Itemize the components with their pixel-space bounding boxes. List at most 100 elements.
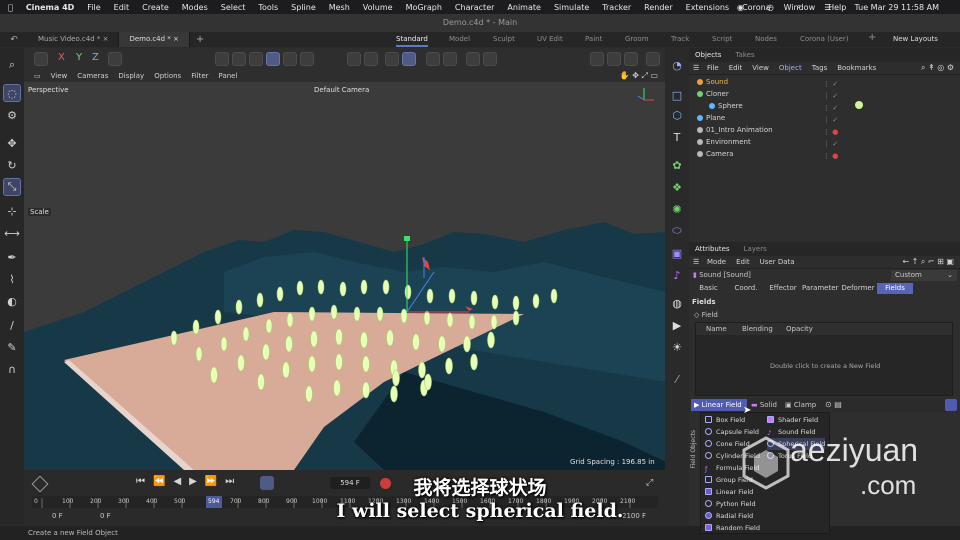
menu-character[interactable]: Character xyxy=(455,3,495,12)
rotate-tool-icon[interactable]: ↻ xyxy=(3,156,21,174)
transform-tool-icon[interactable]: ⊹ xyxy=(3,202,21,220)
layout-tab-groom[interactable]: Groom xyxy=(625,32,649,47)
search-icon[interactable]: ⌕ xyxy=(3,56,21,74)
panel-menu-icon[interactable]: ☰ xyxy=(693,64,699,72)
menu-tracker[interactable]: Tracker xyxy=(602,3,631,12)
locked-workplane-icon[interactable] xyxy=(443,52,457,66)
field-icon[interactable]: ▣ xyxy=(668,244,686,262)
record-icon[interactable]: ◉ xyxy=(737,3,744,12)
layout-tab-corona-user[interactable]: Corona (User) xyxy=(800,32,849,47)
workplane-icon[interactable] xyxy=(385,52,399,66)
viewport-menu-filter[interactable]: Filter xyxy=(191,72,208,80)
add-tab-icon[interactable]: + xyxy=(196,34,204,45)
edges-mode-icon[interactable] xyxy=(232,52,246,66)
om-menu-object[interactable]: Object xyxy=(779,64,802,72)
viewport-menu-panel[interactable]: Panel xyxy=(219,72,238,80)
camera-icon[interactable]: ▶ xyxy=(668,316,686,334)
prop-tab-fields[interactable]: Fields xyxy=(877,283,913,294)
snap-icon[interactable] xyxy=(347,52,361,66)
texture-mode-icon[interactable] xyxy=(300,52,314,66)
history-icon[interactable]: ◷ xyxy=(767,3,774,12)
am-menu-mode[interactable]: Mode xyxy=(707,258,726,266)
folder-icons[interactable]: ⊙ ▤ xyxy=(825,400,842,409)
menu-item-random-field[interactable]: Random Field xyxy=(705,522,760,534)
menu-render[interactable]: Render xyxy=(644,3,672,12)
symmetry-icon[interactable] xyxy=(426,52,440,66)
preset-dropdown[interactable]: Custom ⌄ xyxy=(891,270,957,281)
menu-tools[interactable]: Tools xyxy=(258,3,278,12)
doc-tab-music-video[interactable]: Music Video.c4d * × xyxy=(28,32,120,47)
generator-icon[interactable]: ✿ xyxy=(668,156,686,174)
preferences-icon[interactable] xyxy=(646,52,660,66)
menu-mesh[interactable]: Mesh xyxy=(329,3,350,12)
field-list[interactable]: Name Blending Opacity Double click to cr… xyxy=(695,322,953,396)
undo-icon[interactable]: ↶ xyxy=(0,35,28,45)
visibility-toggles[interactable]: ⋮ ✓ ⋮ ✓ ⋮ ✓ ⋮ ✓ ⋮ ● ⋮ ✓ ⋮ ● xyxy=(823,78,838,162)
close-tab-icon[interactable]: × xyxy=(103,35,109,43)
om-menu-edit[interactable]: Edit xyxy=(729,64,743,72)
menu-create[interactable]: Create xyxy=(142,3,169,12)
menu-mograph[interactable]: MoGraph xyxy=(406,3,442,12)
viewport-menu-options[interactable]: Options xyxy=(154,72,181,80)
layout-tab-track[interactable]: Track xyxy=(671,32,689,47)
om-menu-bookmarks[interactable]: Bookmarks xyxy=(837,64,876,72)
text-object-icon[interactable]: T xyxy=(668,128,686,146)
axis-z-lock[interactable]: Z xyxy=(92,52,99,63)
selection-tool-icon[interactable]: ◌ xyxy=(3,84,21,102)
sculpt-tool-icon[interactable]: ✎ xyxy=(3,338,21,356)
layout-tab-uv-edit[interactable]: UV Edit xyxy=(537,32,563,47)
tab-layers[interactable]: Layers xyxy=(744,245,767,253)
menubar-clock[interactable]: Tue Mar 29 11:58 AM xyxy=(854,3,939,12)
tab-attributes[interactable]: Attributes xyxy=(695,245,730,253)
apple-menu-icon[interactable]:  xyxy=(8,3,13,12)
prop-tab-effector[interactable]: Effector xyxy=(766,283,800,294)
knife-tool-icon[interactable]: ⌇ xyxy=(3,270,21,288)
render-picture-viewer-icon[interactable] xyxy=(607,52,621,66)
tab-objects[interactable]: Objects xyxy=(695,51,721,59)
layout-tab-model[interactable]: Model xyxy=(449,32,470,47)
deformer-icon[interactable]: ⬭ xyxy=(668,222,686,240)
material-tag-icon[interactable] xyxy=(855,101,863,109)
layout-tab-sculpt[interactable]: Sculpt xyxy=(493,32,515,47)
search-icon[interactable]: ⌕ xyxy=(797,2,801,12)
render-view-icon[interactable] xyxy=(590,52,604,66)
am-nav-icons[interactable]: ← ↑ ⌕ ⌐ ⊞ ▣ xyxy=(902,257,954,267)
snap-settings-icon[interactable] xyxy=(364,52,378,66)
render-icon[interactable]: ◔ xyxy=(668,56,686,74)
viewport-menu-cameras[interactable]: Cameras xyxy=(77,72,108,80)
prop-tab-coord[interactable]: Coord. xyxy=(728,283,764,294)
prop-tab-basic[interactable]: Basic xyxy=(692,283,725,294)
render-settings-icon[interactable] xyxy=(624,52,638,66)
menu-simulate[interactable]: Simulate xyxy=(554,3,589,12)
coordinate-system-icon[interactable] xyxy=(108,52,122,66)
viewport-layout-icon[interactable]: ▭ xyxy=(34,72,41,80)
menu-item-box-field[interactable]: Box Field xyxy=(705,414,745,426)
environment-icon[interactable]: ◍ xyxy=(668,294,686,312)
control-center-icon[interactable]: ☰ xyxy=(824,3,831,12)
move-tool-icon[interactable]: ✥ xyxy=(3,134,21,152)
effector-icon[interactable]: ✺ xyxy=(668,200,686,218)
menu-volume[interactable]: Volume xyxy=(363,3,393,12)
clamp-button[interactable]: ▣ Clamp xyxy=(785,401,816,409)
add-layout-icon[interactable]: + xyxy=(868,30,876,45)
brush-tool-icon[interactable]: / xyxy=(3,316,21,334)
menu-item-shader-field[interactable]: Shader Field xyxy=(767,414,818,426)
viewport-menu-display[interactable]: Display xyxy=(118,72,144,80)
linear-field-button[interactable]: ▶ Linear Field xyxy=(691,399,747,411)
menu-extensions[interactable]: Extensions xyxy=(686,3,729,12)
paint-brush-icon[interactable]: ◐ xyxy=(3,292,21,310)
cloner-icon[interactable]: ❖ xyxy=(668,178,686,196)
menu-modes[interactable]: Modes xyxy=(182,3,208,12)
prop-tab-parameter[interactable]: Parameter xyxy=(802,283,838,294)
panel-menu-icon[interactable]: ☰ xyxy=(693,258,699,266)
pen-tool-icon[interactable]: ⁄ xyxy=(668,370,686,388)
axis-x-lock[interactable]: X xyxy=(58,52,65,63)
layout-tab-paint[interactable]: Paint xyxy=(585,32,602,47)
solo-hierarchy-icon[interactable] xyxy=(483,52,497,66)
menu-edit[interactable]: Edit xyxy=(114,3,130,12)
extrude-tool-icon[interactable]: ⟷ xyxy=(3,224,21,242)
viewport-nav-icons[interactable]: ✋ ✥ ⤢ ▭ xyxy=(620,71,658,81)
menu-animate[interactable]: Animate xyxy=(507,3,541,12)
3d-viewport[interactable]: Perspective Default Camera Scale Grid Sp… xyxy=(24,82,666,470)
om-menu-tags[interactable]: Tags xyxy=(812,64,828,72)
